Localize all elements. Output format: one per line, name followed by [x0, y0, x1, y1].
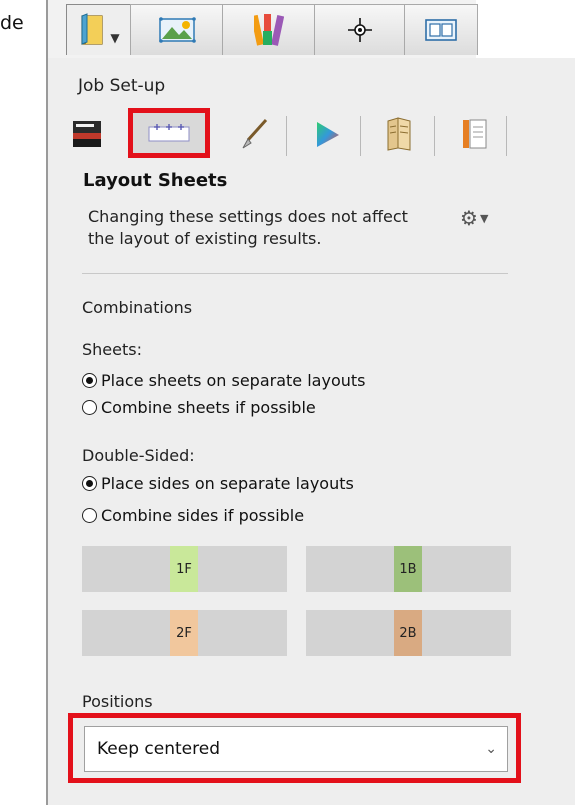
toolbar-folding-button[interactable]: [372, 112, 426, 156]
radio-label: Place sheets on separate layouts: [101, 371, 366, 390]
document-pages-icon: [463, 119, 487, 149]
divider: [82, 273, 508, 274]
tab-job[interactable]: ▼: [66, 4, 132, 55]
radio-sides-separate[interactable]: Place sides on separate layouts: [82, 474, 354, 493]
tab-marks[interactable]: [314, 4, 406, 55]
toolbar-pages-button[interactable]: [448, 112, 502, 156]
chevron-down-icon: ⌄: [485, 741, 497, 757]
combinations-heading: Combinations: [82, 298, 193, 317]
press-machine-icon: [73, 121, 101, 147]
image-picture-icon: [159, 17, 196, 43]
preview-chip-1f: 1F: [170, 546, 198, 592]
clipped-text: de: [0, 12, 24, 34]
preview-sheet-1b: 1B: [306, 546, 511, 592]
color-gamut-icon: [317, 122, 339, 147]
radio-sides-combine[interactable]: Combine sides if possible: [82, 506, 304, 525]
chevron-down-icon: ▼: [110, 31, 120, 45]
radio-indicator[interactable]: [82, 476, 97, 491]
preview-sheet-2f: 2F: [82, 610, 287, 656]
color-swatches-icon: [254, 14, 284, 46]
sheets-label: Sheets:: [82, 340, 142, 359]
positions-select-value: Keep centered: [97, 739, 220, 759]
tab-images[interactable]: [130, 4, 224, 55]
positions-select[interactable]: Keep centered ⌄: [84, 726, 508, 772]
panel-title: Layout Sheets: [83, 170, 228, 191]
job-setup-panel: ▼ Job Set-up Layout Sheets Changing thes…: [46, 0, 575, 805]
chevron-down-icon: ▼: [479, 212, 489, 225]
radio-sheets-separate[interactable]: Place sheets on separate layouts: [82, 371, 365, 390]
folded-pages-icon: [387, 117, 411, 151]
toolbar-brush-button[interactable]: [226, 112, 280, 156]
layout-frame-icon: [425, 19, 457, 41]
preview-sheet-1f: 1F: [82, 546, 287, 592]
radio-label: Combine sheets if possible: [101, 398, 316, 417]
section-label: Job Set-up: [78, 76, 166, 96]
double-sided-label: Double-Sided:: [82, 446, 195, 465]
radio-indicator[interactable]: [82, 400, 97, 415]
top-tab-strip: ▼: [48, 0, 575, 58]
preview-chip-2f: 2F: [170, 610, 198, 656]
job-book-icon: [81, 13, 103, 45]
radio-indicator[interactable]: [82, 508, 97, 523]
settings-menu-button[interactable]: ⚙ ▼: [460, 206, 488, 230]
toolbar-color-button[interactable]: [300, 112, 354, 156]
info-text: Changing these settings does not affect …: [88, 207, 408, 248]
toolbar-layout-sheets-button[interactable]: [128, 108, 210, 158]
crosshair-icon: [348, 18, 372, 42]
radio-label: Place sides on separate layouts: [101, 474, 354, 493]
radio-sheets-combine[interactable]: Combine sheets if possible: [82, 398, 316, 417]
preview-chip-2b: 2B: [394, 610, 422, 656]
toolbar-press-button[interactable]: [60, 112, 114, 156]
preview-chip-1b: 1B: [394, 546, 422, 592]
job-setup-toolbar: [48, 108, 575, 158]
tab-layout[interactable]: [404, 4, 478, 55]
brush-icon: [242, 118, 268, 149]
preview-sheet-2b: 2B: [306, 610, 511, 656]
radio-indicator[interactable]: [82, 373, 97, 388]
radio-label: Combine sides if possible: [101, 506, 305, 525]
positions-heading: Positions: [82, 692, 153, 711]
gear-icon: ⚙: [460, 206, 478, 230]
tab-colors[interactable]: [222, 4, 316, 55]
layout-sheets-icon: [148, 124, 190, 142]
